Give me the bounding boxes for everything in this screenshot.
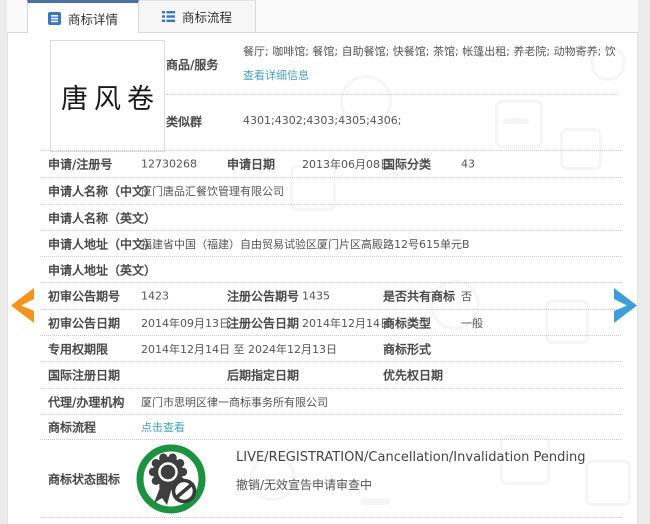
field-value: 一般 [461, 315, 483, 331]
tab-label: 商标流程 [182, 7, 232, 26]
field-value: 福建省中国（福建）自由贸易试验区厦门片区高殿路12号615单元B [141, 236, 470, 252]
divider [166, 94, 618, 95]
field-label: 商标流程 [48, 419, 96, 436]
field-label: 是否共有商标 [383, 288, 455, 305]
table-row: 申请人地址（英文） [40, 257, 621, 283]
field-label: 注册公告日期 [227, 314, 299, 331]
field-value: 1423 [141, 290, 169, 303]
field-label: 注册公告期号 [227, 288, 299, 305]
similar-group-label: 类似群 [166, 113, 202, 130]
field-label: 初审公告日期 [48, 314, 120, 331]
trademark-image: 唐风卷 [50, 40, 165, 152]
status-row: 商标状态图标 LIVE/REGISTRATION/Cancellation/In… [40, 440, 621, 518]
status-text: LIVE/REGISTRATION/Cancellation/Invalidat… [236, 450, 586, 493]
field-label: 初审公告期号 [48, 288, 120, 305]
field-value: 厦门市思明区律一商标事务所有限公司 [141, 394, 328, 410]
trademark-status-badge-icon [135, 443, 207, 515]
field-label: 申请/注册号 [48, 156, 112, 173]
field-label: 专用权期限 [48, 340, 108, 357]
table-row: 初审公告期号 1423 注册公告期号 1435 是否共有商标 否 [40, 283, 621, 310]
status-line-en: LIVE/REGISTRATION/Cancellation/Invalidat… [236, 450, 586, 465]
view-details-link[interactable]: 查看详细信息 [243, 67, 309, 83]
field-label: 申请人名称（中文） [48, 183, 156, 200]
similar-group-value: 4301;4302;4303;4305;4306; [243, 114, 402, 127]
table-row: 专用权期限 2014年12月14日 至 2024年12月13日 商标形式 [40, 336, 621, 362]
field-value: 厦门唐品汇餐饮管理有限公司 [141, 183, 284, 199]
goods-services-label: 商品/服务 [166, 56, 218, 73]
process-list-icon [162, 10, 175, 23]
field-label: 国际注册日期 [48, 367, 120, 384]
field-value: 2013年06月08日 [302, 156, 391, 172]
trademark-name: 唐风卷 [61, 77, 160, 116]
next-arrow-button[interactable] [612, 288, 639, 323]
previous-arrow-button[interactable] [9, 288, 36, 323]
field-value: 12730268 [141, 158, 197, 171]
field-label: 后期指定日期 [227, 367, 299, 384]
table-row: 代理/办理机构 厦门市思明区律一商标事务所有限公司 [40, 389, 621, 415]
field-label: 商标形式 [383, 340, 431, 357]
field-label: 申请人地址（英文） [48, 261, 156, 278]
table-row: 申请人地址（中文） 福建省中国（福建）自由贸易试验区厦门片区高殿路12号615单… [40, 231, 621, 257]
field-value: 2014年12月14日 至 2024年12月13日 [141, 341, 337, 357]
status-line-cn: 撤销/无效宣告申请审查中 [236, 476, 586, 493]
table-row: 商标流程 点击查看 [40, 415, 621, 440]
tab-bar: 商标详情 商标流程 [7, 0, 638, 33]
field-label: 申请日期 [227, 156, 275, 173]
goods-services-value: 餐厅; 咖啡馆; 餐馆; 自助餐馆; 快餐馆; 茶馆; 帐篷出租; 养老院; 动… [243, 43, 615, 59]
field-value: 2014年09月13日 [141, 315, 230, 331]
tab-label: 商标详情 [68, 9, 118, 28]
table-row: 申请人名称（中文） 厦门唐品汇餐饮管理有限公司 [40, 178, 621, 205]
field-value: 1435 [302, 290, 330, 303]
status-icon-label: 商标状态图标 [48, 470, 120, 487]
detail-document-icon [48, 12, 61, 25]
field-label: 国际分类 [383, 156, 431, 173]
table-row: 初审公告日期 2014年09月13日 注册公告日期 2014年12月14日 商标… [40, 310, 621, 336]
field-label: 申请人地址（中文） [48, 235, 156, 252]
field-label: 代理/办理机构 [48, 393, 124, 410]
field-label: 商标类型 [383, 314, 431, 331]
field-value: 2014年12月14日 [302, 315, 391, 331]
click-to-view-link[interactable]: 点击查看 [141, 419, 185, 435]
field-label: 申请人名称（英文） [48, 209, 156, 226]
field-value: 否 [461, 288, 472, 304]
tab-trademark-detail[interactable]: 商标详情 [27, 0, 139, 33]
table-row: 申请人名称（英文） [40, 205, 621, 231]
field-value: 43 [461, 158, 475, 171]
table-row: 申请/注册号 12730268 申请日期 2013年06月08日 国际分类 43 [40, 150, 621, 178]
table-row: 国际注册日期 后期指定日期 优先权日期 [40, 362, 621, 389]
field-label: 优先权日期 [383, 367, 443, 384]
tab-trademark-process[interactable]: 商标流程 [139, 0, 256, 32]
